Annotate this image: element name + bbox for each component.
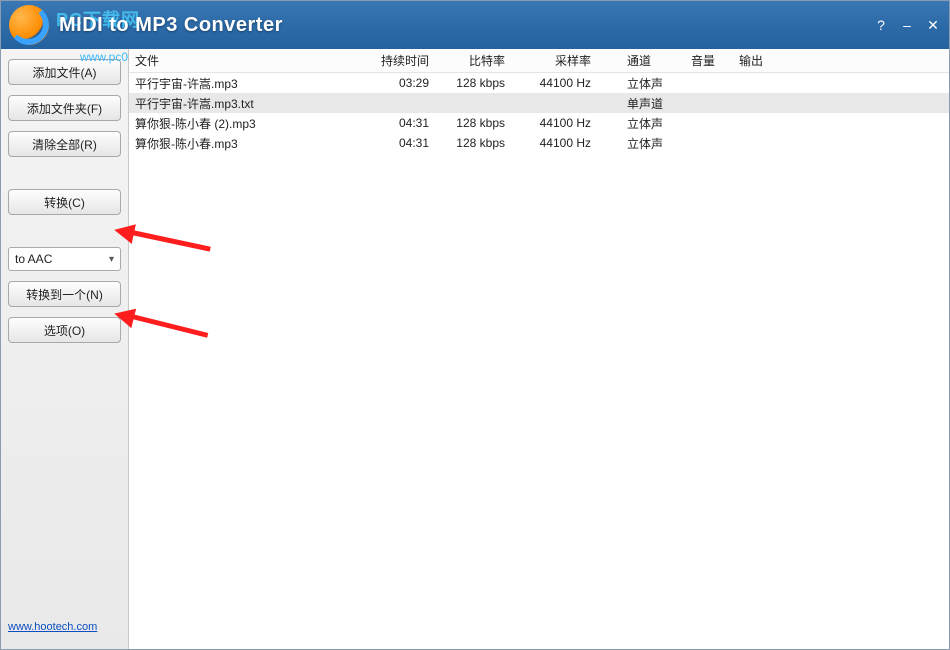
cell-duration: 04:31: [359, 136, 435, 150]
main-panel: 文件 持续时间 比特率 采样率 通道 音量 输出 平行宇宙-许嵩.mp303:2…: [129, 49, 949, 649]
cell-samplerate: 44100 Hz: [511, 76, 597, 90]
format-select[interactable]: to AAC ▾: [8, 247, 121, 271]
table-row[interactable]: 算你狠-陈小春 (2).mp304:31128 kbps44100 Hz立体声: [129, 113, 949, 133]
help-button[interactable]: ?: [873, 17, 889, 33]
cell-bitrate: 128 kbps: [435, 116, 511, 130]
convert-to-one-button[interactable]: 转换到一个(N): [8, 281, 121, 307]
cell-file: 平行宇宙-许嵩.mp3: [129, 75, 359, 92]
minimize-button[interactable]: –: [899, 17, 915, 33]
clear-all-button[interactable]: 清除全部(R): [8, 131, 121, 157]
col-file[interactable]: 文件: [129, 52, 359, 69]
app-logo-icon: [9, 5, 49, 45]
col-duration[interactable]: 持续时间: [359, 52, 435, 69]
table-row[interactable]: 平行宇宙-许嵩.mp3.txt 单声道: [129, 93, 949, 113]
table-body: 平行宇宙-许嵩.mp303:29128 kbps44100 Hz立体声平行宇宙-…: [129, 73, 949, 153]
col-samplerate[interactable]: 采样率: [511, 52, 597, 69]
cell-bitrate: 128 kbps: [435, 136, 511, 150]
cell-duration: 03:29: [359, 76, 435, 90]
options-button[interactable]: 选项(O): [8, 317, 121, 343]
vendor-link[interactable]: www.hootech.com: [8, 621, 121, 639]
close-button[interactable]: ✕: [925, 17, 941, 34]
convert-button[interactable]: 转换(C): [8, 189, 121, 215]
cell-channel: 立体声: [597, 115, 673, 132]
sidebar: 添加文件(A) 添加文件夹(F) 清除全部(R) 转换(C) to AAC ▾ …: [1, 49, 129, 649]
cell-duration: 04:31: [359, 116, 435, 130]
app-window: MIDI to MP3 Converter ? – ✕ PC下载网 www.pc…: [0, 0, 950, 650]
cell-bitrate: 128 kbps: [435, 76, 511, 90]
cell-channel: 立体声: [597, 75, 673, 92]
table-header: 文件 持续时间 比特率 采样率 通道 音量 输出: [129, 49, 949, 73]
chevron-down-icon: ▾: [109, 254, 114, 265]
window-controls: ? – ✕: [873, 17, 941, 34]
col-channel[interactable]: 通道: [597, 52, 673, 69]
cell-file: 算你狠-陈小春.mp3: [129, 135, 359, 152]
add-file-button[interactable]: 添加文件(A): [8, 59, 121, 85]
col-output[interactable]: 输出: [733, 52, 949, 69]
cell-samplerate: 44100 Hz: [511, 116, 597, 130]
add-folder-button[interactable]: 添加文件夹(F): [8, 95, 121, 121]
table-row[interactable]: 算你狠-陈小春.mp304:31128 kbps44100 Hz立体声: [129, 133, 949, 153]
col-bitrate[interactable]: 比特率: [435, 52, 511, 69]
window-title: MIDI to MP3 Converter: [59, 14, 283, 37]
table-row[interactable]: 平行宇宙-许嵩.mp303:29128 kbps44100 Hz立体声: [129, 73, 949, 93]
format-select-value: to AAC: [15, 252, 52, 266]
cell-channel: 立体声: [597, 135, 673, 152]
cell-file: 平行宇宙-许嵩.mp3.txt: [129, 95, 359, 112]
col-volume[interactable]: 音量: [673, 52, 733, 69]
body-area: 添加文件(A) 添加文件夹(F) 清除全部(R) 转换(C) to AAC ▾ …: [1, 49, 949, 649]
cell-channel: 单声道: [597, 95, 673, 112]
titlebar[interactable]: MIDI to MP3 Converter ? – ✕: [1, 1, 949, 49]
cell-samplerate: 44100 Hz: [511, 136, 597, 150]
cell-file: 算你狠-陈小春 (2).mp3: [129, 115, 359, 132]
